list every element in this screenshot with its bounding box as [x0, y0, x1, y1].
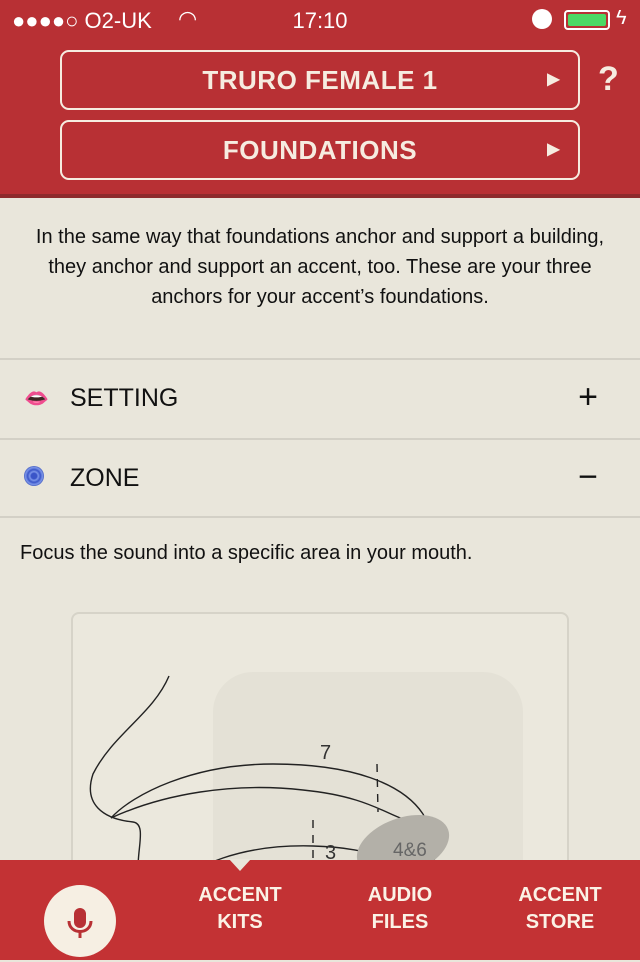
- tab-label: AUDIO: [367, 884, 433, 906]
- section-label: ZONE: [70, 464, 140, 492]
- tab-label: ACCENT: [518, 884, 602, 906]
- lips-icon: 👄: [24, 388, 49, 410]
- charging-icon: ϟ: [616, 7, 627, 29]
- expand-icon[interactable]: +: [578, 378, 598, 417]
- target-icon: [24, 466, 44, 492]
- section-name: FOUNDATIONS: [222, 135, 418, 165]
- section-label: SETTING: [70, 384, 179, 412]
- alarm-icon: [532, 9, 552, 29]
- zone-description: Focus the sound into a specific area in …: [20, 542, 473, 564]
- tab-label: FILES: [371, 911, 429, 933]
- help-button[interactable]: ?: [598, 60, 619, 99]
- battery-icon: [564, 10, 610, 30]
- zone-label-7: 7: [320, 742, 331, 764]
- tab-audio-files[interactable]: AUDIO FILES: [320, 882, 480, 936]
- chevron-right-icon: ▶: [547, 71, 560, 88]
- accent-name: TRURO FEMALE 1: [202, 65, 438, 95]
- chevron-right-icon: ▶: [547, 141, 560, 158]
- collapse-icon[interactable]: −: [578, 458, 598, 497]
- zone-label-4-6: 4&6: [393, 840, 427, 861]
- section-zone[interactable]: ZONE −: [0, 438, 640, 518]
- active-tab-indicator: [229, 859, 251, 871]
- tab-label: STORE: [525, 911, 595, 933]
- tab-accent-store[interactable]: ACCENT STORE: [480, 882, 640, 936]
- tab-label: KITS: [217, 911, 263, 933]
- status-bar: ●●●●○ O2-UK ◠ 17:10 ϟ: [0, 0, 640, 40]
- tab-accent-kits[interactable]: ACCENT KITS: [160, 882, 320, 936]
- section-setting[interactable]: 👄 SETTING +: [0, 358, 640, 438]
- tab-bar: ACCENT KITS AUDIO FILES ACCENT STORE: [0, 859, 640, 960]
- intro-text: In the same way that foundations anchor …: [35, 226, 605, 308]
- accent-selector-button[interactable]: TRURO FEMALE 1 ▶: [60, 50, 580, 110]
- record-button[interactable]: [44, 885, 116, 957]
- microphone-icon: [67, 908, 93, 938]
- tab-label: ACCENT: [198, 884, 282, 906]
- section-selector-button[interactable]: FOUNDATIONS ▶: [60, 120, 580, 180]
- header: ●●●●○ O2-UK ◠ 17:10 ϟ TRURO FEMALE 1 ▶ ?…: [0, 0, 640, 198]
